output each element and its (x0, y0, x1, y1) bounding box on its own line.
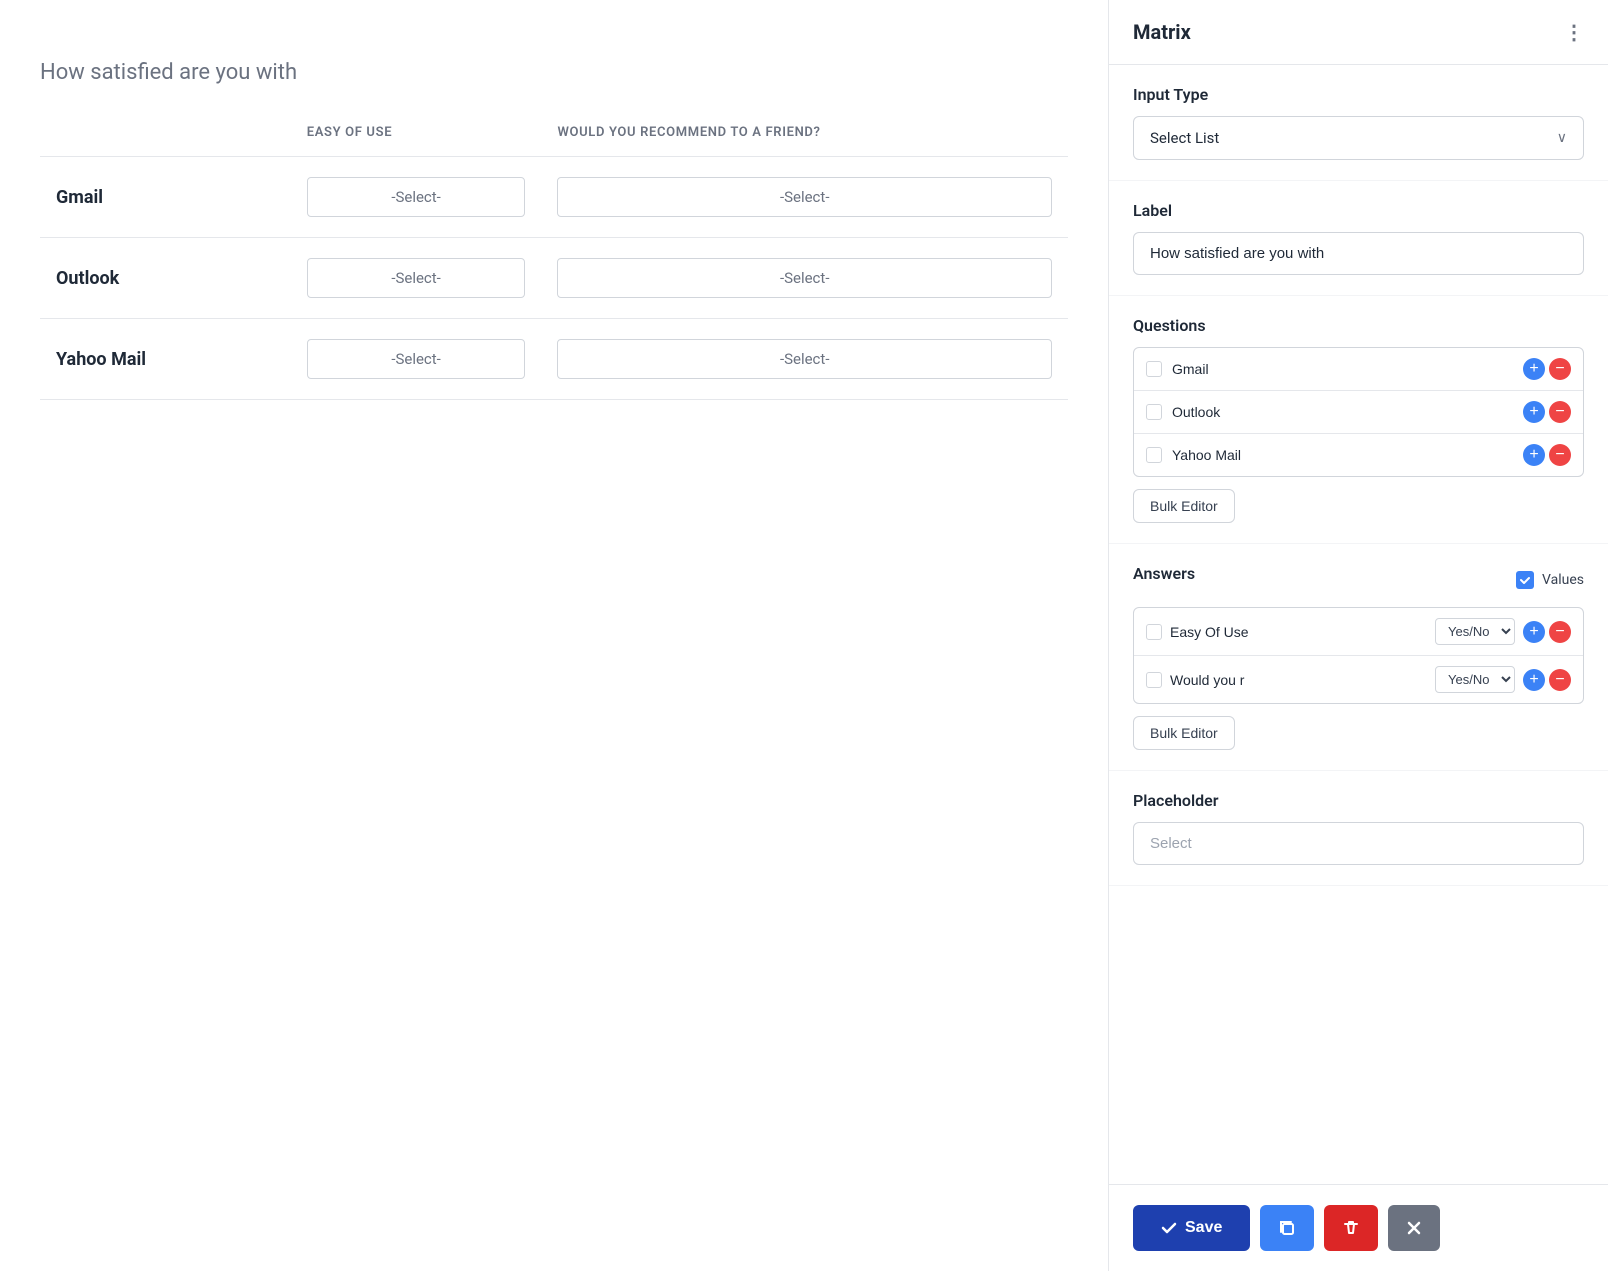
values-label: Values (1542, 572, 1584, 588)
label-section: Label (1109, 181, 1608, 296)
add-question-gmail-button[interactable]: + (1523, 358, 1545, 380)
answer-checkbox-would[interactable] (1146, 672, 1162, 688)
placeholder-input[interactable] (1133, 822, 1584, 865)
select-outlook-easy[interactable]: -Select- (307, 258, 526, 298)
questions-bulk-editor-button[interactable]: Bulk Editor (1133, 489, 1235, 523)
col-header-recommend: WOULD YOU RECOMMEND TO A FRIEND? (541, 125, 1068, 157)
input-type-value: Select List (1150, 129, 1219, 147)
questions-label: Questions (1133, 316, 1584, 335)
label-section-label: Label (1133, 201, 1584, 220)
remove-question-outlook-button[interactable]: − (1549, 401, 1571, 423)
close-icon (1406, 1220, 1422, 1236)
remove-question-yahoo-button[interactable]: − (1549, 444, 1571, 466)
questions-section: Questions + − + − (1109, 296, 1608, 544)
answer-type-would[interactable]: Yes/No (1435, 666, 1515, 693)
answer-input-would[interactable] (1170, 672, 1427, 688)
chevron-down-icon: ∨ (1557, 130, 1567, 146)
answer-input-easy[interactable] (1170, 624, 1427, 640)
survey-label: How satisfied are you with (40, 60, 1068, 85)
question-actions-gmail: + − (1523, 358, 1571, 380)
answers-bulk-editor-button[interactable]: Bulk Editor (1133, 716, 1235, 750)
select-gmail-easy[interactable]: -Select- (307, 177, 526, 217)
list-item: + − (1134, 391, 1583, 434)
question-input-gmail[interactable] (1172, 361, 1513, 377)
trash-icon (1342, 1219, 1360, 1237)
copy-button[interactable] (1260, 1205, 1314, 1251)
question-checkbox-yahoo[interactable] (1146, 447, 1162, 463)
question-checkbox-gmail[interactable] (1146, 361, 1162, 377)
right-panel: Matrix ⋮ Input Type Select List ∨ Label … (1108, 0, 1608, 1271)
add-answer-easy-button[interactable]: + (1523, 621, 1545, 643)
close-button[interactable] (1388, 1205, 1440, 1251)
question-input-yahoo[interactable] (1172, 447, 1513, 463)
left-panel: How satisfied are you with EASY OF USE W… (0, 0, 1108, 1271)
check-save-icon (1161, 1220, 1177, 1236)
label-input[interactable] (1133, 232, 1584, 275)
table-row: Yahoo Mail -Select- -Select- (40, 319, 1068, 400)
add-question-outlook-button[interactable]: + (1523, 401, 1545, 423)
remove-answer-easy-button[interactable]: − (1549, 621, 1571, 643)
list-item: + − (1134, 348, 1583, 391)
question-input-outlook[interactable] (1172, 404, 1513, 420)
answer-actions-easy: + − (1523, 621, 1571, 643)
remove-question-gmail-button[interactable]: − (1549, 358, 1571, 380)
values-checkbox[interactable] (1516, 571, 1534, 589)
placeholder-section: Placeholder (1109, 771, 1608, 886)
list-item: + − (1134, 434, 1583, 476)
select-yahoo-recommend[interactable]: -Select- (557, 339, 1052, 379)
col-header-empty (40, 125, 291, 157)
panel-footer: Save (1109, 1184, 1608, 1271)
question-checkbox-outlook[interactable] (1146, 404, 1162, 420)
more-options-icon[interactable]: ⋮ (1564, 20, 1584, 44)
answer-checkbox-easy[interactable] (1146, 624, 1162, 640)
question-actions-outlook: + − (1523, 401, 1571, 423)
select-yahoo-easy[interactable]: -Select- (307, 339, 526, 379)
matrix-table: EASY OF USE WOULD YOU RECOMMEND TO A FRI… (40, 125, 1068, 400)
check-icon (1519, 574, 1531, 586)
answer-actions-would: + − (1523, 669, 1571, 691)
panel-title: Matrix (1133, 20, 1191, 44)
row-label-yahoo: Yahoo Mail (56, 349, 146, 370)
row-label-outlook: Outlook (56, 268, 119, 289)
answers-header: Answers Values (1133, 564, 1584, 595)
values-wrapper: Values (1516, 571, 1584, 589)
add-answer-would-button[interactable]: + (1523, 669, 1545, 691)
input-type-label: Input Type (1133, 85, 1584, 104)
col-header-easy: EASY OF USE (291, 125, 542, 157)
input-type-dropdown[interactable]: Select List ∨ (1133, 116, 1584, 160)
input-type-section: Input Type Select List ∨ (1109, 65, 1608, 181)
answers-label: Answers (1133, 564, 1195, 583)
panel-header: Matrix ⋮ (1109, 0, 1608, 65)
select-gmail-recommend[interactable]: -Select- (557, 177, 1052, 217)
answers-section: Answers Values Yes/No + − (1109, 544, 1608, 771)
answers-list: Yes/No + − Yes/No + − (1133, 607, 1584, 704)
remove-answer-would-button[interactable]: − (1549, 669, 1571, 691)
table-row: Outlook -Select- -Select- (40, 238, 1068, 319)
select-outlook-recommend[interactable]: -Select- (557, 258, 1052, 298)
questions-list: + − + − + − (1133, 347, 1584, 477)
list-item: Yes/No + − (1134, 608, 1583, 656)
placeholder-label: Placeholder (1133, 791, 1584, 810)
delete-button[interactable] (1324, 1205, 1378, 1251)
list-item: Yes/No + − (1134, 656, 1583, 703)
question-actions-yahoo: + − (1523, 444, 1571, 466)
save-button[interactable]: Save (1133, 1205, 1250, 1251)
answer-type-easy[interactable]: Yes/No (1435, 618, 1515, 645)
row-label-gmail: Gmail (56, 187, 103, 208)
copy-icon (1278, 1219, 1296, 1237)
add-question-yahoo-button[interactable]: + (1523, 444, 1545, 466)
table-row: Gmail -Select- -Select- (40, 157, 1068, 238)
